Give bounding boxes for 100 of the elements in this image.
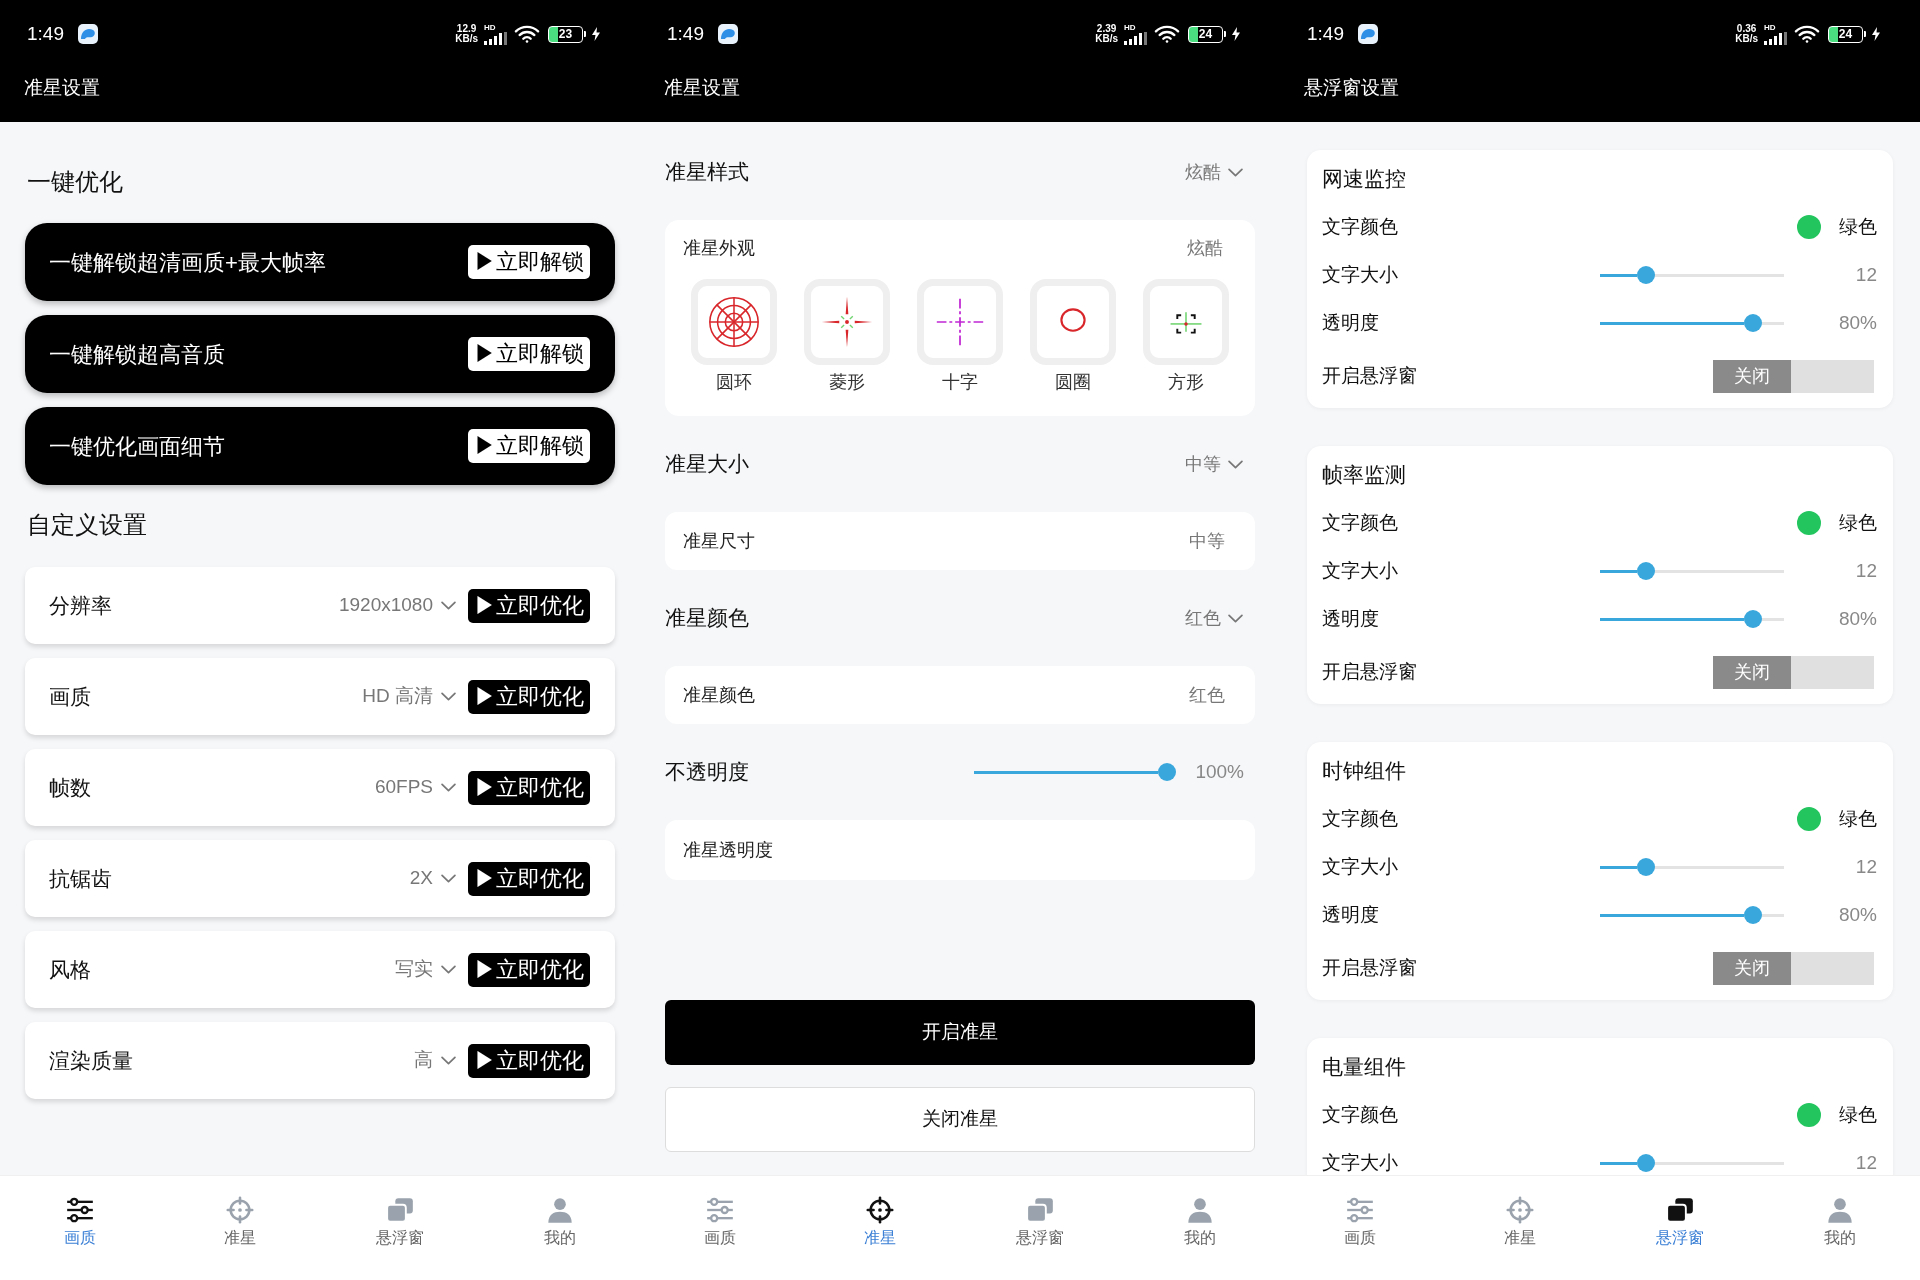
battery-indicator: 24 [1828, 25, 1866, 43]
value-dropdown[interactable]: 2X [409, 864, 456, 893]
value-dropdown[interactable]: 高 [414, 1046, 456, 1075]
clock-time: 1:49 [27, 23, 64, 45]
color-value: 绿色 [1839, 510, 1877, 535]
nav-tab[interactable]: 我的 [480, 1176, 640, 1280]
card-title: 电量组件 [1322, 1054, 1406, 1081]
value-dropdown[interactable]: HD 高清 [362, 682, 456, 711]
slider-track[interactable] [1600, 314, 1784, 332]
wifi-icon [1794, 25, 1820, 43]
row-label: 开启悬浮窗 [1322, 363, 1418, 388]
card-label: 准星外观 [683, 236, 755, 260]
nav-tab[interactable]: 悬浮窗 [1600, 1176, 1760, 1280]
row-label: 文字颜色 [1322, 806, 1399, 831]
slider-thumb[interactable] [1743, 314, 1762, 332]
color-value: 绿色 [1839, 806, 1877, 831]
network-speed: 2.39 [1096, 24, 1117, 34]
optimize-button[interactable]: ▶立即优化 [468, 679, 590, 714]
section-title: 不透明度 [665, 759, 749, 786]
unlock-button[interactable]: ▶立即解锁 [468, 337, 590, 371]
enable-button[interactable]: 开启准星 [665, 1000, 1255, 1065]
slider-thumb[interactable] [1158, 763, 1176, 781]
value-dropdown[interactable]: 中等 [1185, 450, 1255, 478]
value-dropdown[interactable]: 红色 [1185, 604, 1255, 632]
nav-tab[interactable]: 悬浮窗 [960, 1176, 1120, 1280]
network-speed-unit: KB/s [455, 34, 478, 44]
unlock-button[interactable]: ▶立即解锁 [468, 429, 590, 463]
battery-indicator: 24 [1188, 25, 1226, 43]
slider-reading: 12 [1854, 854, 1877, 879]
crosshair-option[interactable]: 圆环 [677, 279, 791, 393]
sliders-icon [1346, 1196, 1374, 1224]
slider-thumb[interactable] [1743, 610, 1762, 628]
crosshair-icon [226, 1196, 254, 1224]
chevron-down-icon [441, 783, 456, 792]
nav-tab[interactable]: 准星 [1440, 1176, 1600, 1280]
slider-track[interactable] [1600, 266, 1784, 284]
optimize-button[interactable]: ▶立即优化 [468, 1043, 590, 1078]
nav-tab[interactable]: 我的 [1760, 1176, 1920, 1280]
slider-reading: 80% [1837, 310, 1877, 335]
nav-tab[interactable]: 我的 [1120, 1176, 1280, 1280]
crosshair-option[interactable]: 圆圈 [1016, 279, 1130, 393]
unlock-label: 一键解锁超高音质 [49, 340, 225, 369]
bracket-crosshair-icon [1143, 279, 1230, 365]
nav-tab[interactable]: 画质 [640, 1176, 800, 1280]
slider-track[interactable] [1600, 562, 1784, 580]
value-dropdown[interactable]: 炫酷 [1185, 158, 1255, 186]
setting-label: 抗锯齿 [49, 865, 113, 892]
setting-label: 帧数 [49, 774, 92, 801]
section-title: 自定义设置 [26, 510, 148, 540]
sliders-icon [66, 1196, 94, 1224]
crosshair-option[interactable]: 菱形 [790, 279, 904, 393]
app-icon [718, 24, 738, 44]
slider-reading: 12 [1854, 558, 1877, 583]
toggle-switch[interactable]: 关闭 [1713, 951, 1874, 985]
toggle-switch[interactable]: 关闭 [1713, 655, 1874, 689]
value-dropdown[interactable]: 1920x1080 [338, 591, 456, 620]
slider-thumb[interactable] [1636, 562, 1655, 580]
row-label: 文字颜色 [1322, 214, 1399, 239]
app-icon [1358, 24, 1378, 44]
page-title: 准星设置 [24, 75, 100, 100]
charging-bolt-icon [1872, 27, 1880, 41]
nav-tab[interactable]: 画质 [0, 1176, 160, 1280]
row-label: 透明度 [1322, 902, 1380, 927]
row-label: 文字大小 [1322, 558, 1399, 583]
value-dropdown[interactable]: 60FPS [374, 773, 456, 802]
wifi-icon [1154, 25, 1180, 43]
page-title: 悬浮窗设置 [1304, 75, 1399, 100]
section-title: 一键优化 [26, 167, 124, 197]
slider-track[interactable] [1600, 1154, 1784, 1172]
section-title: 准星样式 [665, 159, 749, 186]
slider-thumb[interactable] [1636, 858, 1655, 876]
toggle-switch[interactable]: 关闭 [1713, 359, 1874, 393]
slider-thumb[interactable] [1743, 906, 1762, 924]
slider-thumb[interactable] [1636, 266, 1655, 284]
optimize-button[interactable]: ▶立即优化 [468, 588, 590, 623]
disable-button[interactable]: 关闭准星 [665, 1087, 1255, 1152]
nav-tab[interactable]: 准星 [160, 1176, 320, 1280]
nav-tab[interactable]: 悬浮窗 [320, 1176, 480, 1280]
slider-track[interactable] [1600, 906, 1784, 924]
slider-track[interactable] [1600, 610, 1784, 628]
optimize-button[interactable]: ▶立即优化 [468, 952, 590, 987]
unlock-button[interactable]: ▶立即解锁 [468, 245, 590, 279]
nav-tab[interactable]: 画质 [1280, 1176, 1440, 1280]
slider-thumb[interactable] [1636, 1154, 1655, 1172]
spiked-crosshair-icon [803, 279, 890, 365]
crosshair-option[interactable]: 方形 [1129, 279, 1243, 393]
row-label: 文字大小 [1322, 1150, 1399, 1175]
network-speed-unit: KB/s [1735, 34, 1758, 44]
chevron-down-icon [441, 1056, 456, 1065]
section-title: 准星大小 [665, 451, 749, 478]
row-label: 开启悬浮窗 [1322, 955, 1418, 980]
nav-tab[interactable]: 准星 [800, 1176, 960, 1280]
slider-track[interactable] [1600, 858, 1784, 876]
value-dropdown[interactable]: 写实 [395, 955, 456, 984]
dashed-cross-icon [917, 279, 1003, 365]
optimize-button[interactable]: ▶立即优化 [468, 770, 590, 805]
row-label: 透明度 [1322, 606, 1380, 631]
optimize-button[interactable]: ▶立即优化 [468, 861, 590, 896]
setting-value: 中等 [1189, 529, 1225, 553]
crosshair-option[interactable]: 十字 [903, 279, 1017, 393]
